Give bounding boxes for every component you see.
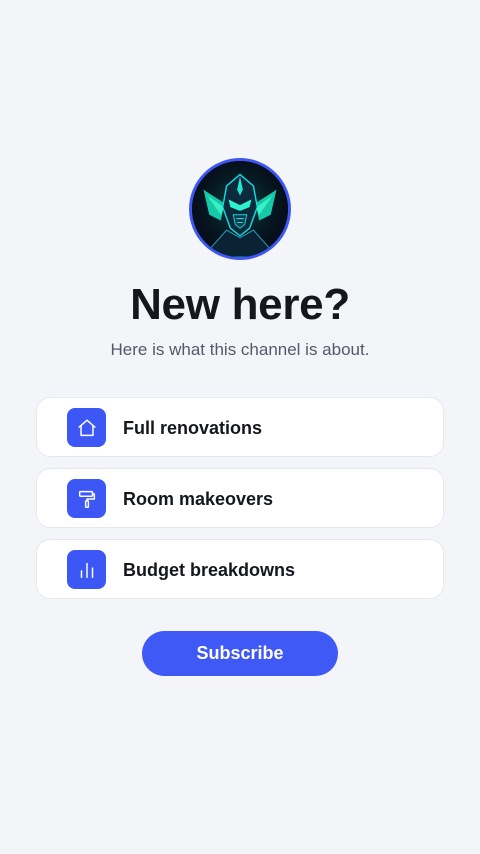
channel-avatar (189, 158, 291, 260)
topic-label: Room makeovers (123, 489, 274, 509)
topic-label: Full renovations (123, 418, 263, 438)
bar-chart-icon (67, 550, 106, 589)
page-subtitle: Here is what this channel is about. (110, 340, 370, 359)
onboarding-screen: New here? Here is what this channel is a… (0, 0, 480, 854)
house-icon (67, 408, 106, 447)
topic-label: Budget breakdowns (123, 560, 296, 580)
topic-card-full-renovations: Full renovations (36, 397, 444, 457)
topic-card-room-makeovers: Room makeovers (36, 468, 444, 528)
armored-knight-avatar-icon (192, 161, 288, 257)
subscribe-button[interactable]: Subscribe (142, 631, 338, 676)
topic-card-budget-breakdowns: Budget breakdowns (36, 539, 444, 599)
paint-roller-icon (67, 479, 106, 518)
page-title: New here? (130, 280, 350, 329)
